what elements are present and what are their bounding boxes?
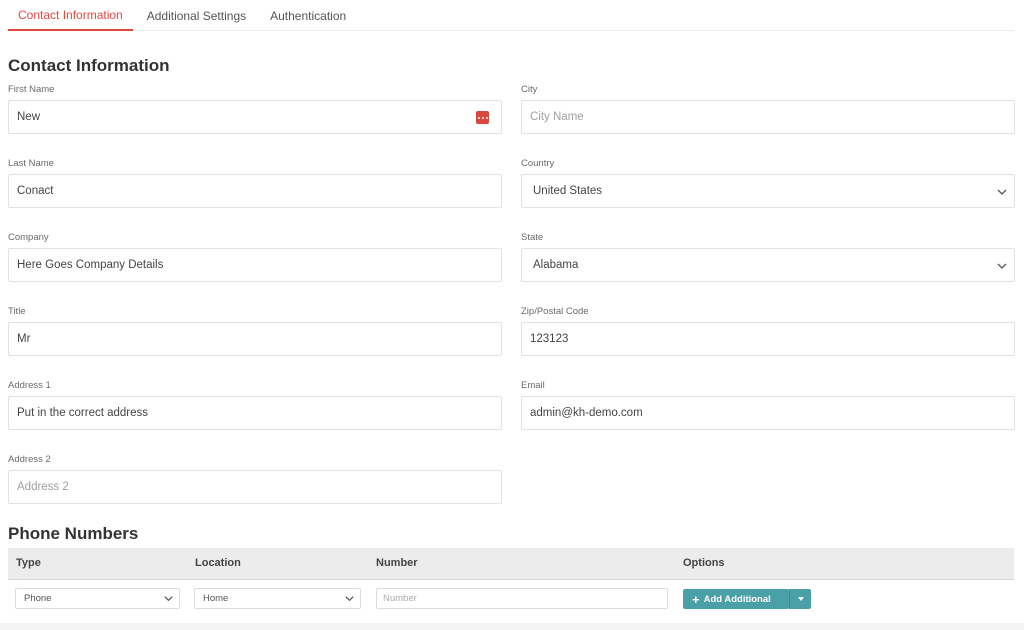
more-options-icon[interactable]	[476, 111, 489, 124]
email-value: admin@kh-demo.com	[530, 407, 643, 419]
title-label: Title	[8, 306, 26, 317]
state-select[interactable]: Alabama	[521, 248, 1015, 282]
column-number: Number	[376, 557, 418, 569]
phone-table-header: Type Location Number Options	[8, 548, 1014, 580]
tab-contact-information[interactable]: Contact Information	[8, 0, 133, 31]
add-additional-button[interactable]: + Add Additional	[683, 589, 789, 609]
address1-value: Put in the correct address	[17, 407, 149, 419]
phone-number-placeholder: Number	[383, 593, 417, 604]
company-label: Company	[8, 232, 49, 243]
phone-table-row: Phone Home Number + Add Additional	[8, 581, 1014, 621]
country-label: Country	[521, 158, 555, 169]
last-name-value: Conact	[17, 185, 54, 197]
tab-bar: Contact Information Additional Settings …	[8, 0, 1014, 31]
state-value: Alabama	[533, 259, 579, 271]
address2-placeholder: Address 2	[17, 481, 69, 493]
chevron-down-icon	[997, 189, 1007, 195]
chevron-down-icon	[345, 596, 354, 602]
title-value: Mr	[17, 333, 31, 345]
section-title: Contact Information	[8, 56, 170, 75]
email-field[interactable]: admin@kh-demo.com	[521, 396, 1015, 430]
phone-number-input[interactable]: Number	[376, 588, 668, 609]
first-name-value: New	[17, 111, 41, 123]
last-name-field[interactable]: Conact	[8, 174, 502, 208]
tab-additional-settings[interactable]: Additional Settings	[137, 0, 256, 31]
phone-location-value: Home	[203, 593, 229, 604]
phone-type-select[interactable]: Phone	[15, 588, 180, 609]
caret-down-icon	[797, 597, 804, 601]
first-name-label: First Name	[8, 84, 55, 95]
address2-field[interactable]: Address 2	[8, 470, 502, 504]
company-field[interactable]: Here Goes Company Details	[8, 248, 502, 282]
state-label: State	[521, 232, 544, 243]
address1-field[interactable]: Put in the correct address	[8, 396, 502, 430]
phone-location-select[interactable]: Home	[194, 588, 361, 609]
country-select[interactable]: United States	[521, 174, 1015, 208]
add-additional-label: Add Additional	[703, 593, 771, 605]
zip-label: Zip/Postal Code	[521, 306, 589, 317]
plus-icon: +	[692, 591, 700, 607]
city-label: City	[521, 84, 538, 95]
column-location: Location	[195, 557, 241, 569]
company-value: Here Goes Company Details	[17, 259, 164, 271]
column-options: Options	[683, 557, 725, 569]
column-type: Type	[16, 557, 41, 569]
title-field[interactable]: Mr	[8, 322, 502, 356]
bottom-band	[0, 623, 1024, 630]
phone-type-value: Phone	[24, 593, 52, 604]
zip-value: 123123	[530, 333, 569, 345]
email-label: Email	[521, 380, 545, 391]
address1-label: Address 1	[8, 380, 51, 391]
add-options-dropdown-button[interactable]	[789, 589, 811, 609]
zip-field[interactable]: 123123	[521, 322, 1015, 356]
last-name-label: Last Name	[8, 158, 54, 169]
chevron-down-icon	[997, 263, 1007, 269]
tab-authentication[interactable]: Authentication	[260, 0, 356, 31]
phone-numbers-title: Phone Numbers	[8, 524, 139, 543]
chevron-down-icon	[164, 596, 173, 602]
address2-label: Address 2	[8, 454, 51, 465]
first-name-field[interactable]: New	[8, 100, 502, 134]
country-value: United States	[533, 185, 603, 197]
city-field[interactable]: City Name	[521, 100, 1015, 134]
city-placeholder: City Name	[530, 111, 584, 123]
